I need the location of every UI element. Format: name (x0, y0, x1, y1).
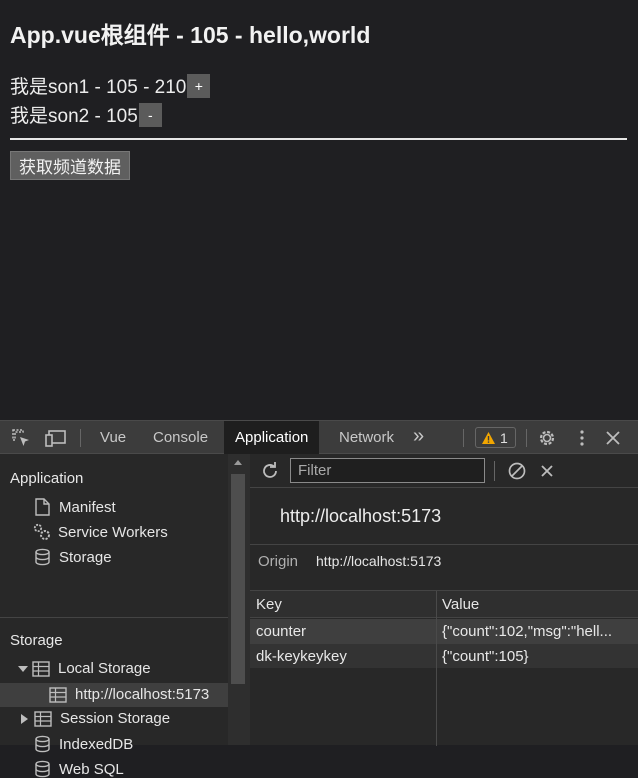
sidebar-item-manifest[interactable]: Manifest (34, 498, 116, 516)
gears-icon (33, 523, 50, 540)
column-divider (436, 591, 437, 746)
increment-button[interactable]: + (187, 73, 211, 98)
sidebar-item-label: Manifest (59, 498, 116, 516)
toolbar-separator (526, 429, 527, 447)
table-grid-icon (32, 660, 50, 677)
sidebar-item-label: Web SQL (59, 760, 124, 778)
delete-selected-icon[interactable] (539, 463, 555, 479)
application-section-heading: Application (10, 470, 84, 487)
sidebar-item-label: Session Storage (60, 710, 171, 727)
table-grid-icon (49, 686, 67, 703)
page-title: App.vue根组件 - 105 - hello,world (10, 22, 371, 48)
table-cell-key[interactable]: dk-keykeykey (250, 644, 436, 669)
fetch-channel-data-button[interactable]: 获取频道数据 (10, 151, 130, 180)
origin-title: http://localhost:5173 (280, 506, 442, 526)
column-header-value[interactable]: Value (436, 591, 638, 618)
sidebar-item-local-storage[interactable]: Local Storage (18, 660, 151, 677)
sidebar-item-websql[interactable]: Web SQL (34, 760, 124, 778)
storage-toolbar (250, 454, 638, 488)
sidebar-item-label: IndexedDB (59, 735, 134, 753)
devtools-panel: Vue Console Application Network » 1 Appl… (0, 420, 638, 778)
more-options-kebab-icon[interactable] (572, 428, 592, 448)
warning-icon (482, 431, 495, 444)
scroll-up-arrow-icon[interactable] (234, 460, 242, 465)
sidebar-item-storage[interactable]: Storage (34, 548, 112, 566)
devtools-tab-bar: Vue Console Application Network » 1 (0, 420, 638, 454)
origin-value: http://localhost:5173 (316, 553, 442, 569)
device-toolbar-icon[interactable] (44, 428, 68, 448)
son1-text: 我是son1 - 105 - 210 (10, 77, 187, 98)
decrement-button[interactable]: - (138, 102, 162, 127)
table-cell-value[interactable]: {"count":102,"msg":"hell... (436, 619, 638, 644)
clear-all-icon[interactable] (507, 461, 527, 481)
expanded-triangle-icon[interactable] (18, 664, 28, 674)
database-icon (35, 548, 50, 566)
local-storage-table: Key Value counter {"count":102,"msg":"he… (250, 590, 638, 746)
application-sidebar: Application Manifest Service Workers Sto… (0, 454, 228, 778)
sidebar-item-label: Service Workers (58, 523, 168, 541)
tab-console[interactable]: Console (153, 421, 208, 454)
settings-gear-icon[interactable] (537, 428, 557, 448)
table-cell-value[interactable]: {"count":105} (436, 644, 638, 669)
storage-section-heading: Storage (10, 632, 63, 649)
refresh-icon[interactable] (260, 461, 280, 481)
inspect-element-icon[interactable] (11, 428, 31, 448)
origin-label: Origin (258, 553, 299, 570)
storage-panel: http://localhost:5173 Origin http://loca… (250, 454, 638, 746)
sidebar-item-indexeddb[interactable]: IndexedDB (34, 735, 133, 753)
more-tabs-chevron-icon[interactable]: » (413, 420, 424, 453)
son2-row: 我是son2 - 105 - (10, 101, 162, 128)
table-grid-icon (34, 710, 52, 727)
tab-vue[interactable]: Vue (100, 421, 126, 454)
sidebar-item-label: Storage (59, 548, 112, 566)
origin-row: Origin http://localhost:5173 (258, 553, 441, 570)
sidebar-divider (0, 617, 228, 618)
origin-divider (250, 544, 638, 545)
toolbar-separator (463, 429, 464, 447)
son2-text: 我是son2 - 105 (10, 106, 138, 127)
database-icon (35, 760, 50, 778)
column-header-key[interactable]: Key (250, 591, 436, 618)
son1-row: 我是son1 - 105 - 210 + (10, 72, 211, 99)
divider (10, 138, 627, 140)
database-icon (35, 735, 50, 753)
close-devtools-icon[interactable] (603, 428, 623, 448)
app-page: App.vue根组件 - 105 - hello,world 我是son1 - … (0, 0, 638, 420)
sidebar-item-label: http://localhost:5173 (75, 686, 210, 703)
warning-count: 1 (500, 429, 508, 446)
filter-input[interactable] (290, 458, 485, 483)
collapsed-triangle-icon[interactable] (20, 713, 28, 724)
tab-application[interactable]: Application (224, 421, 320, 454)
sidebar-item-session-storage[interactable]: Session Storage (20, 710, 170, 727)
scrollbar-thumb[interactable] (231, 474, 245, 684)
toolbar-separator (80, 429, 81, 447)
sidebar-item-label: Local Storage (58, 660, 151, 677)
sidebar-item-local-storage-origin[interactable]: http://localhost:5173 (49, 686, 209, 703)
toolbar-separator (494, 461, 495, 481)
tab-network[interactable]: Network (339, 421, 394, 454)
document-icon (35, 498, 50, 516)
sidebar-scrollbar[interactable] (228, 454, 250, 745)
warning-counter-badge[interactable]: 1 (475, 427, 516, 448)
table-cell-key[interactable]: counter (250, 619, 436, 644)
sidebar-item-service-workers[interactable]: Service Workers (32, 522, 168, 542)
